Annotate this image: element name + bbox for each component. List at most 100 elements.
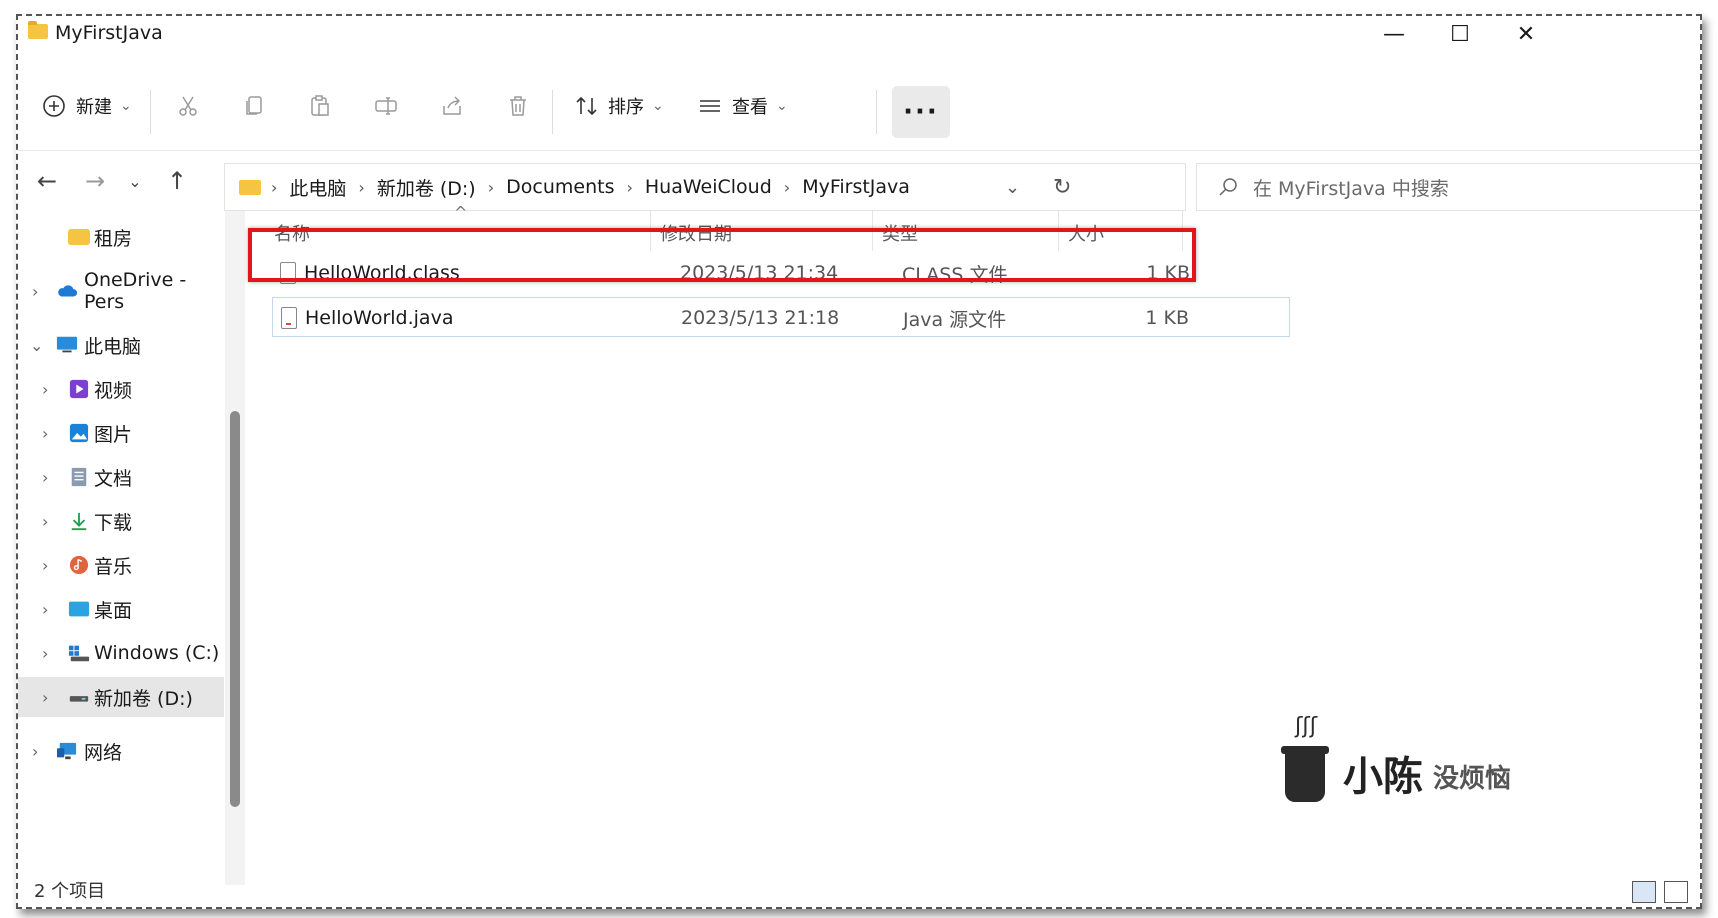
chevron-down-icon: ⌄ xyxy=(776,98,788,114)
more-options-button[interactable]: ··· xyxy=(892,86,950,138)
watermark-name: 小陈 xyxy=(1343,754,1423,800)
chevron-right-icon[interactable]: › xyxy=(42,600,48,619)
details-view-button[interactable] xyxy=(1632,881,1656,903)
address-bar[interactable]: › 此电脑 › 新加卷 (D:) › Documents › HuaWeiClo… xyxy=(224,163,1186,211)
sidebar-item-downloads[interactable]: › 下载 xyxy=(18,501,224,541)
sidebar-item-onedrive[interactable]: › OneDrive - Pers xyxy=(18,269,224,313)
cut-icon xyxy=(179,96,197,116)
share-button[interactable] xyxy=(440,86,464,126)
view-switcher xyxy=(1632,881,1688,903)
refresh-button[interactable]: ↻ xyxy=(1053,175,1071,200)
table-row[interactable]: HelloWorld.java 2023/5/13 21:18 Java 源文件… xyxy=(272,297,1290,337)
sidebar-item-pictures[interactable]: › 图片 xyxy=(18,413,224,453)
forward-button[interactable]: → xyxy=(78,163,112,199)
chevron-right-icon[interactable]: › xyxy=(42,424,48,443)
chevron-right-icon[interactable]: › xyxy=(42,380,48,399)
sidebar-item-drive-d[interactable]: › 新加卷 (D:) xyxy=(18,677,224,717)
sidebar-item-network[interactable]: › 网络 xyxy=(18,731,224,771)
windows-drive-icon xyxy=(68,645,90,662)
sort-label: 排序 xyxy=(608,97,644,118)
sort-button[interactable]: 排序 ⌄ xyxy=(574,86,664,126)
view-button[interactable]: 查看 ⌄ xyxy=(698,86,788,126)
folder-icon xyxy=(28,21,48,39)
address-history-dropdown[interactable]: ⌄ xyxy=(1005,177,1020,198)
recent-locations-button[interactable]: ⌄ xyxy=(118,163,152,199)
sidebar-item-videos[interactable]: › 视频 xyxy=(18,369,224,409)
sidebar-item-this-pc[interactable]: ⌄ 此电脑 xyxy=(18,325,224,365)
rename-button[interactable] xyxy=(374,86,398,126)
cut-button[interactable] xyxy=(176,86,200,126)
chevron-right-icon[interactable]: › xyxy=(42,556,48,575)
search-placeholder: 在 MyFirstJava 中搜索 xyxy=(1253,177,1449,200)
plus-circle-icon xyxy=(43,95,65,117)
chevron-right-icon[interactable]: › xyxy=(42,644,48,663)
breadcrumb-documents[interactable]: Documents xyxy=(506,176,614,198)
breadcrumb-separator[interactable]: › xyxy=(626,178,632,197)
maximize-button[interactable]: ☐ xyxy=(1426,16,1494,52)
breadcrumb-separator[interactable]: › xyxy=(488,178,494,197)
file-modified: 2023/5/13 21:18 xyxy=(681,307,840,329)
status-bar: 2 个项目 xyxy=(18,873,418,907)
minimize-button[interactable]: — xyxy=(1360,16,1428,52)
breadcrumb-this-pc[interactable]: 此电脑 xyxy=(289,174,346,201)
video-icon xyxy=(69,379,89,399)
download-icon xyxy=(71,512,87,531)
folder-icon xyxy=(239,179,261,195)
up-button[interactable]: ↑ xyxy=(160,163,194,199)
breadcrumb-myfirstjava[interactable]: MyFirstJava xyxy=(802,176,910,198)
folder-icon xyxy=(68,229,90,245)
breadcrumb-huaweicloud[interactable]: HuaWeiCloud xyxy=(645,176,772,198)
chevron-down-icon[interactable]: ⌄ xyxy=(30,336,43,355)
chevron-right-icon[interactable]: › xyxy=(32,282,38,301)
network-icon xyxy=(57,742,77,760)
delete-button[interactable] xyxy=(506,86,530,126)
paste-button[interactable] xyxy=(308,86,332,126)
sidebar-item-label: 音乐 xyxy=(94,555,133,578)
search-input[interactable]: 在 MyFirstJava 中搜索 xyxy=(1196,163,1700,211)
sidebar-item-rent[interactable]: 租房 xyxy=(18,217,224,257)
steam-graphic: ʃʃʃ xyxy=(1295,714,1318,739)
breadcrumb-drive-d[interactable]: 新加卷 (D:) xyxy=(377,174,476,201)
paste-icon xyxy=(311,95,329,116)
breadcrumb-separator[interactable]: › xyxy=(358,178,364,197)
file-type: Java 源文件 xyxy=(903,308,1007,331)
sidebar-item-label: 此电脑 xyxy=(84,335,142,358)
sidebar-item-label: 新加卷 (D:) xyxy=(94,687,193,710)
breadcrumb-separator: › xyxy=(271,177,278,197)
delete-icon xyxy=(510,96,526,116)
cloud-icon xyxy=(58,285,78,297)
large-icons-view-button[interactable] xyxy=(1664,881,1688,903)
command-bar: 新建 ⌄ 排序 ⌄ 查看 ⌄ ··· xyxy=(18,66,1700,146)
chevron-right-icon[interactable]: › xyxy=(32,742,38,761)
coffee-cup-icon xyxy=(1281,746,1329,802)
sidebar-item-label: OneDrive - Pers xyxy=(84,269,187,313)
sidebar-item-music[interactable]: › 音乐 xyxy=(18,545,224,585)
sidebar-item-desktop[interactable]: › 桌面 xyxy=(18,589,224,629)
breadcrumb-separator[interactable]: › xyxy=(784,178,790,197)
copy-icon xyxy=(246,96,262,115)
sidebar-item-label: 桌面 xyxy=(94,599,133,622)
file-name: HelloWorld.java xyxy=(305,307,454,329)
sidebar-item-label: 图片 xyxy=(94,423,133,446)
close-button[interactable]: ✕ xyxy=(1492,16,1560,52)
chevron-down-icon: ⌄ xyxy=(120,98,132,114)
drive-icon xyxy=(69,696,89,702)
sidebar-item-documents[interactable]: › 文档 xyxy=(18,457,224,497)
chevron-right-icon[interactable]: › xyxy=(42,512,48,531)
back-button[interactable]: ← xyxy=(30,163,64,199)
sort-ascending-icon: ^ xyxy=(454,203,468,222)
rename-icon xyxy=(375,97,397,115)
copy-button[interactable] xyxy=(242,86,266,126)
java-file-icon xyxy=(281,307,297,329)
item-count: 2 个项目 xyxy=(34,881,106,902)
sidebar-item-label: 视频 xyxy=(94,379,133,402)
picture-icon xyxy=(69,423,89,443)
chevron-right-icon[interactable]: › xyxy=(42,468,48,487)
new-button[interactable]: 新建 ⌄ xyxy=(42,86,132,126)
view-list-icon xyxy=(700,100,720,112)
sidebar-item-drive-c[interactable]: › Windows (C:) xyxy=(18,633,224,673)
window-title: MyFirstJava xyxy=(55,22,163,44)
chevron-right-icon[interactable]: › xyxy=(42,688,48,707)
title-bar: MyFirstJava — ☐ ✕ xyxy=(18,16,1700,52)
sidebar-item-label: 文档 xyxy=(94,467,133,490)
